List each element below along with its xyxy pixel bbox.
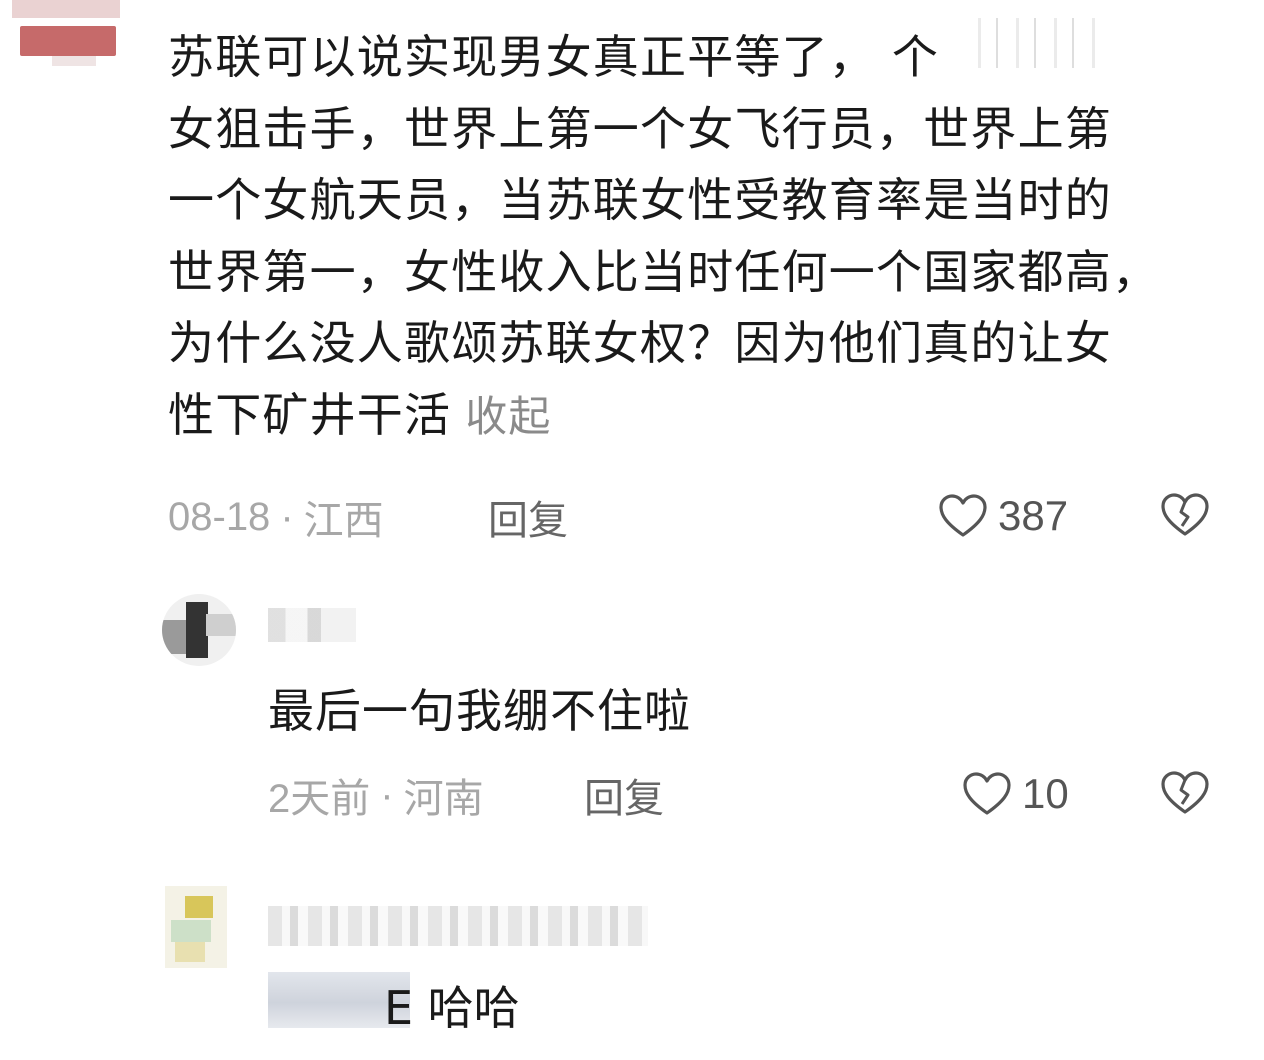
comment-line-text: 性下矿井干活 (168, 387, 452, 442)
comment-location: 河南 (403, 777, 484, 821)
comment-date: 2天前 (268, 777, 371, 821)
meta-separator: · (380, 772, 394, 817)
dislike-button[interactable] (1160, 492, 1210, 538)
reply-button[interactable]: 回复 (488, 488, 568, 546)
comment-line: 世界第一，女性收入比当时任何一个国家都高， (168, 244, 1160, 299)
blurred-username (268, 906, 648, 946)
comment-meta: 08-18 · 江西 回复 (168, 492, 668, 544)
avatar[interactable] (165, 886, 227, 968)
reply-button[interactable]: 回复 (584, 766, 664, 824)
comment-line: 为什么没人歌颂苏联女权？因为他们真的让女 (168, 316, 1112, 370)
comment-text: E 哈哈 (384, 981, 520, 1035)
like-button[interactable]: 387 (938, 490, 1068, 542)
comment-line: 一个女航天员，当苏联女性受教育率是当时的 (168, 173, 1112, 227)
heart-outline-icon (938, 493, 988, 539)
avatar[interactable] (162, 594, 236, 666)
comment-meta: 2天前 · 河南 回复 (268, 770, 768, 822)
comment-date: 08-18 (168, 494, 271, 539)
avatar[interactable] (0, 0, 130, 70)
comment-text: 苏联可以说实现男女真正平等了， 个 女狙击手，世界上第一个女飞行员，世界上第 一… (168, 22, 1228, 452)
like-count: 387 (998, 492, 1069, 539)
meta-separator: · (280, 494, 294, 539)
comment-line: 苏联可以说实现男女真正平等了， 个 (168, 30, 940, 84)
blurred-username (268, 608, 356, 642)
comment-location: 江西 (303, 499, 384, 543)
like-button[interactable]: 10 (962, 768, 1069, 820)
like-count: 10 (1022, 770, 1069, 817)
heart-outline-icon (962, 771, 1012, 817)
dislike-button[interactable] (1160, 770, 1210, 816)
comment-text: 最后一句我绷不住啦 (268, 684, 691, 738)
collapse-button[interactable]: 收起 (465, 392, 551, 441)
comment-line-last: 性下矿井干活 收起 (168, 380, 1228, 453)
comment-line: 女狙击手，世界上第一个女飞行员，世界上第 (168, 101, 1112, 156)
broken-heart-icon (1160, 492, 1210, 538)
broken-heart-icon (1160, 770, 1210, 816)
